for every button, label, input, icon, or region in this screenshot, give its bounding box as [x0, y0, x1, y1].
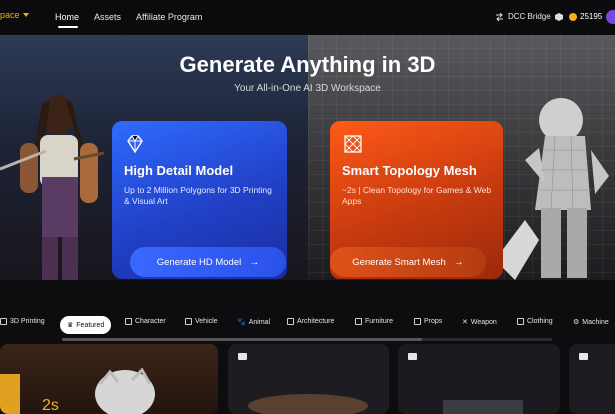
- asset-card[interactable]: [398, 344, 560, 414]
- credits-counter[interactable]: 25195: [569, 12, 602, 21]
- asset-preview-image: [443, 400, 523, 414]
- category-label: Featured: [76, 321, 105, 329]
- crown-icon: ♛: [67, 322, 74, 329]
- nav-affiliate-program[interactable]: Affiliate Program: [136, 12, 202, 22]
- avatar[interactable]: [606, 10, 615, 24]
- category-label: Weapon: [470, 318, 497, 326]
- arrow-right-icon: →: [453, 256, 464, 268]
- paw-icon: 🐾: [237, 319, 246, 326]
- category-3d-printing[interactable]: 3D Printing: [0, 318, 45, 325]
- category-machine[interactable]: ⚙ Machine: [573, 318, 609, 327]
- nav-home[interactable]: Home: [55, 12, 79, 22]
- book-icon: [579, 353, 588, 360]
- chevron-down-icon: [22, 13, 29, 17]
- button-label: Generate HD Model: [156, 256, 242, 268]
- category-label: Clothing: [527, 318, 553, 325]
- generate-hd-model-button[interactable]: Generate HD Model →: [130, 247, 286, 277]
- asset-preview-image: 2s: [0, 367, 155, 414]
- category-architecture[interactable]: Architecture: [287, 318, 334, 325]
- building-icon: [287, 318, 294, 325]
- category-label: Props: [424, 318, 443, 325]
- category-clothing[interactable]: Clothing: [517, 318, 553, 325]
- category-vehicle[interactable]: Vehicle: [185, 318, 218, 325]
- diamond-icon: [127, 135, 143, 154]
- mesh-icon: [344, 135, 362, 153]
- coin-icon: [569, 12, 577, 21]
- bear-warrior-mesh-illustration: [495, 98, 609, 280]
- gear-icon: ⚙: [573, 319, 580, 326]
- category-label: Furniture: [365, 318, 394, 325]
- dcc-bridge-label: DCC Bridge: [508, 12, 551, 21]
- workspace-switcher[interactable]: pace: [0, 10, 29, 20]
- workspace-label: pace: [0, 10, 20, 20]
- card-title: High Detail Model: [124, 163, 234, 178]
- card-description: ~2s | Clean Topology for Games & Web App…: [342, 185, 492, 206]
- asset-preview-image: [248, 394, 368, 414]
- asset-card[interactable]: [569, 344, 615, 414]
- category-scrollbar-thumb[interactable]: [62, 338, 422, 341]
- shirt-icon: [517, 318, 524, 325]
- category-weapon[interactable]: ✕ Weapon: [462, 318, 497, 327]
- svg-text:2s: 2s: [42, 397, 59, 414]
- generate-smart-mesh-button[interactable]: Generate Smart Mesh →: [330, 247, 486, 277]
- cube-icon: [554, 12, 563, 21]
- category-label: Character: [135, 318, 166, 325]
- sofa-icon: [355, 318, 362, 325]
- swap-icon: [496, 12, 503, 21]
- props-icon: [414, 318, 421, 325]
- button-label: Generate Smart Mesh: [352, 256, 446, 268]
- person-icon: [125, 318, 132, 325]
- warrior-character-illustration: [0, 95, 105, 280]
- category-character[interactable]: Character: [125, 318, 166, 325]
- category-props[interactable]: Props: [414, 318, 442, 325]
- card-description: Up to 2 Million Polygons for 3D Printing…: [124, 185, 272, 206]
- sword-icon: ✕: [462, 319, 468, 326]
- dcc-bridge-button[interactable]: DCC Bridge: [495, 12, 563, 21]
- category-label: Vehicle: [195, 318, 218, 325]
- asset-card[interactable]: 2s: [0, 344, 218, 414]
- category-label: Machine: [582, 318, 609, 326]
- hero-subtitle: Your All-in-One AI 3D Workspace: [234, 83, 381, 94]
- asset-card[interactable]: [228, 344, 389, 414]
- arrow-right-icon: →: [249, 256, 260, 268]
- printer-icon: [0, 318, 7, 325]
- category-label: Architecture: [297, 318, 335, 325]
- category-label: Animal: [248, 318, 271, 326]
- car-icon: [185, 318, 192, 325]
- nav-active-indicator: [58, 26, 78, 28]
- card-title: Smart Topology Mesh: [342, 163, 477, 178]
- category-furniture[interactable]: Furniture: [355, 318, 393, 325]
- nav-assets[interactable]: Assets: [94, 12, 121, 22]
- category-animal[interactable]: 🐾 Animal: [237, 318, 271, 327]
- credits-value: 25195: [580, 12, 603, 21]
- category-featured[interactable]: ♛ Featured: [60, 316, 112, 334]
- category-label: 3D Printing: [10, 318, 45, 325]
- hero-banner: Generate Anything in 3D Your All-in-One …: [0, 35, 615, 280]
- hero-title: Generate Anything in 3D: [179, 52, 436, 77]
